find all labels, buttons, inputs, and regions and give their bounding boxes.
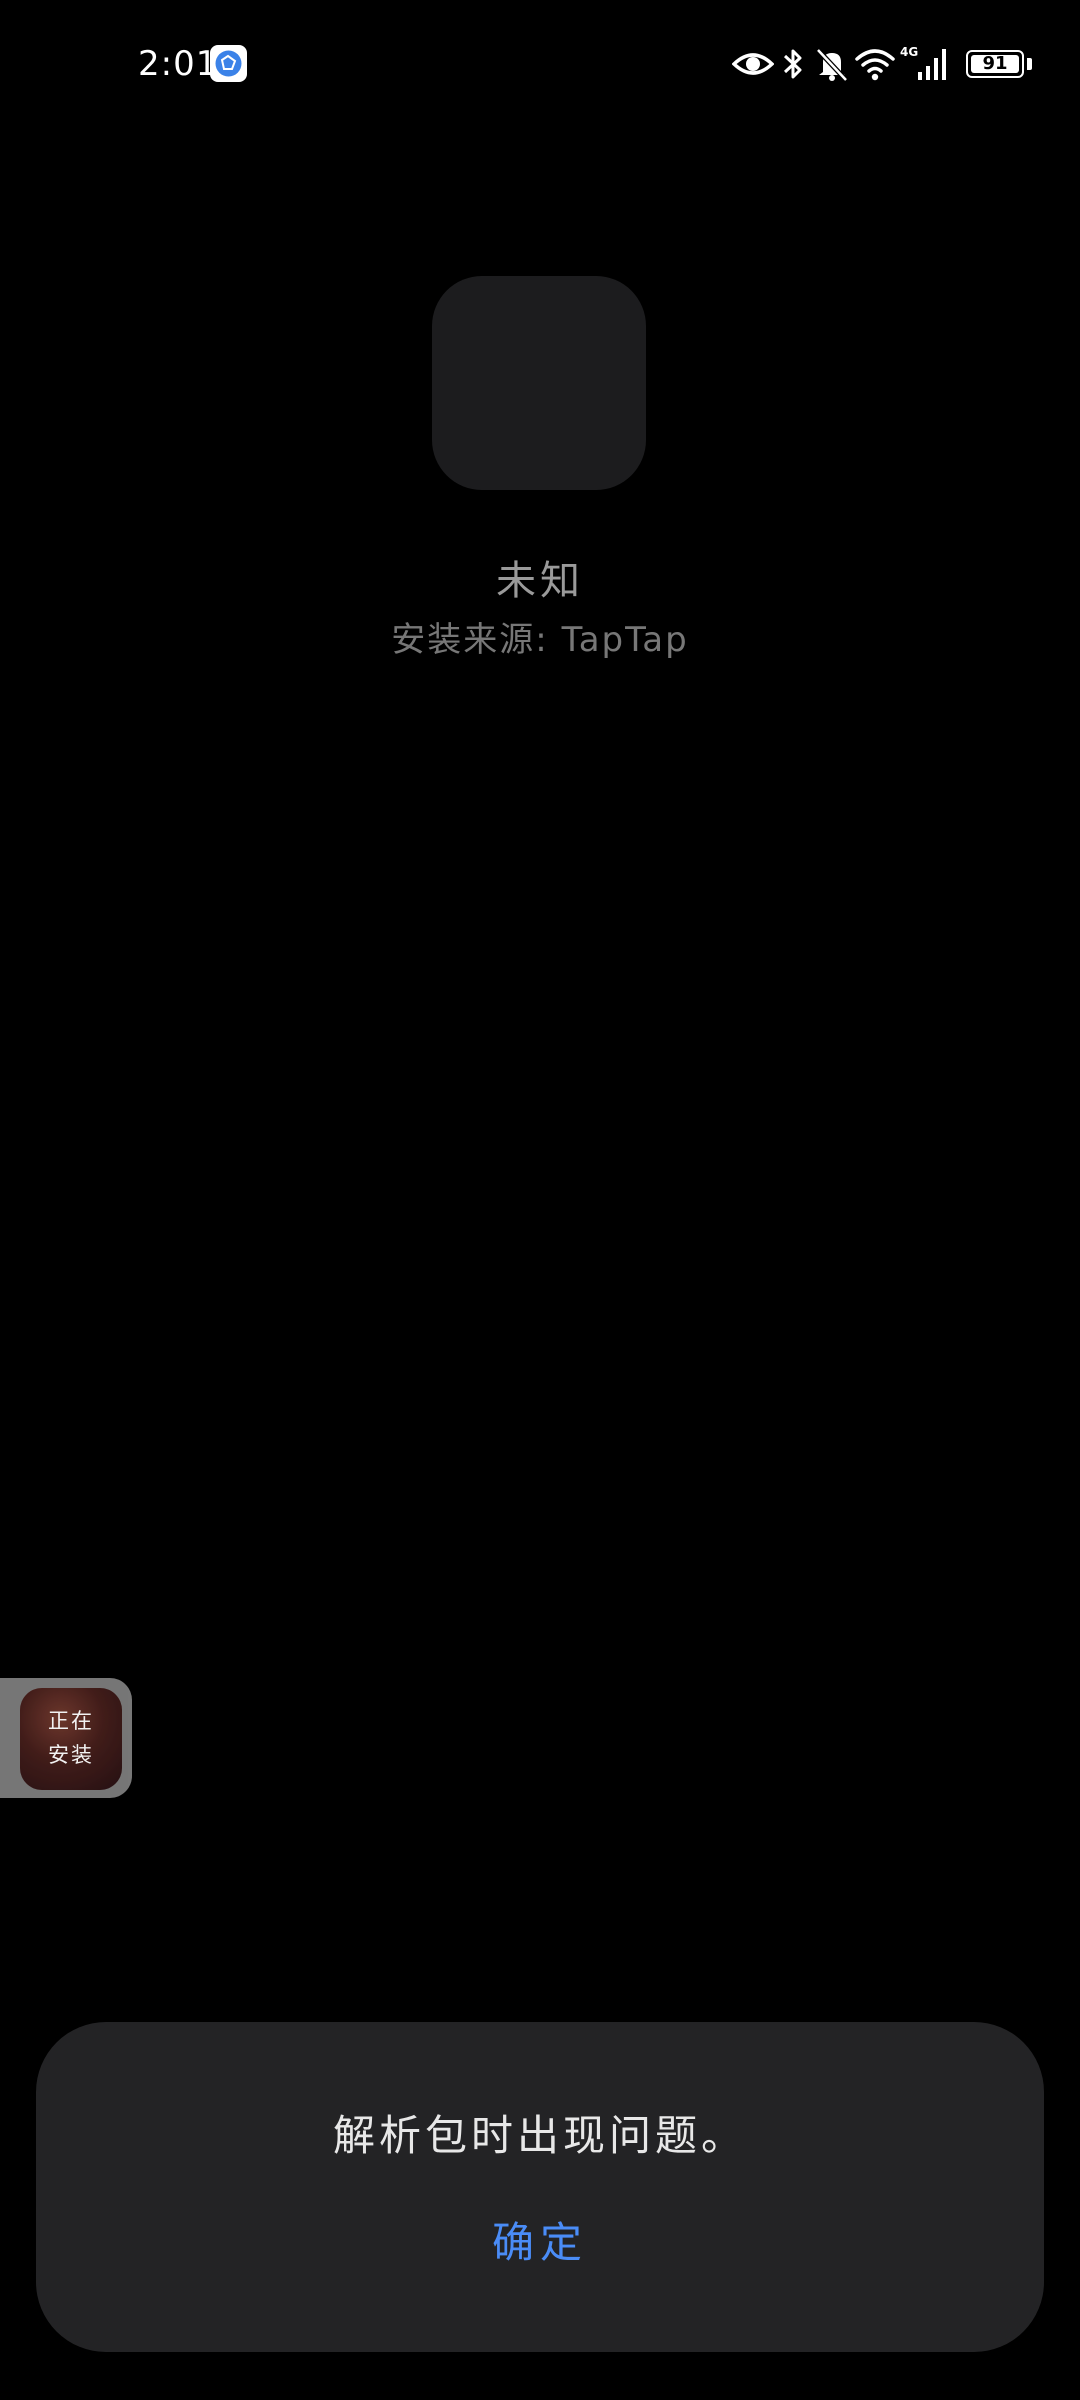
install-source-label: 安装来源: bbox=[391, 620, 549, 660]
mute-icon bbox=[814, 44, 850, 88]
app-notification-icon bbox=[210, 45, 247, 82]
installing-label-line1: 正在 bbox=[48, 1709, 94, 1733]
status-time: 2:01 bbox=[138, 44, 219, 84]
eye-comfort-icon bbox=[731, 44, 775, 88]
battery-level: 91 bbox=[971, 55, 1019, 73]
app-name: 未知 bbox=[496, 558, 584, 604]
wifi-icon bbox=[854, 44, 896, 88]
floating-install-bubble[interactable]: 正在 安装 bbox=[0, 1678, 132, 1798]
installing-label-line2: 安装 bbox=[48, 1743, 94, 1767]
installing-label: 正在 安装 bbox=[20, 1704, 122, 1772]
bluetooth-icon bbox=[780, 44, 806, 88]
battery-icon: 91 bbox=[966, 50, 1032, 80]
app-icon-placeholder bbox=[432, 276, 646, 490]
network-type-label: 4G bbox=[900, 45, 918, 59]
dialog-message: 解析包时出现问题。 bbox=[332, 2111, 747, 2160]
status-bar: 2:01 4G 91 bbox=[0, 0, 1080, 130]
install-source-value: TapTap bbox=[561, 620, 689, 660]
error-dialog: 解析包时出现问题。 确定 bbox=[36, 2022, 1044, 2352]
installing-app-icon[interactable]: 正在 安装 bbox=[20, 1688, 122, 1790]
cellular-signal-icon: 4G bbox=[900, 44, 952, 88]
confirm-button[interactable]: 确定 bbox=[440, 2208, 640, 2278]
install-source: 安装来源: TapTap bbox=[0, 612, 1080, 661]
